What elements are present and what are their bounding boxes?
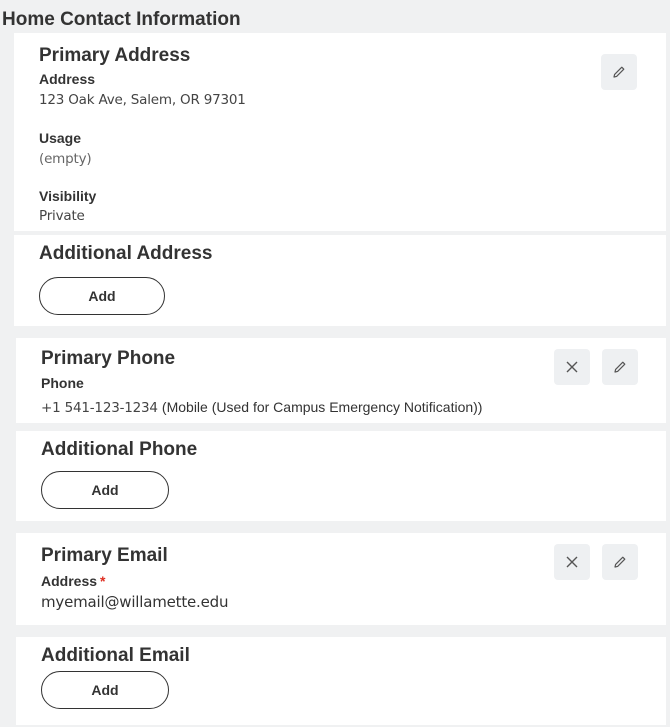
delete-primary-email-button[interactable] xyxy=(554,544,590,580)
primary-phone-card: Primary Phone Phone +1 541-123-1234 (Mob… xyxy=(16,338,666,423)
phone-number: +1 541-123-1234 xyxy=(41,400,158,416)
email-address-label: Address xyxy=(41,573,98,589)
additional-phone-card: Additional Phone Add xyxy=(16,431,666,521)
additional-phone-title: Additional Phone xyxy=(41,439,198,460)
pencil-icon xyxy=(614,556,626,568)
pencil-icon xyxy=(614,361,626,373)
primary-address-card: Primary Address Address 123 Oak Ave, Sal… xyxy=(14,33,666,231)
usage-label: Usage xyxy=(39,130,82,146)
primary-email-card: Primary Email Address * myemail@willamett… xyxy=(16,533,666,625)
primary-address-title: Primary Address xyxy=(39,45,191,66)
edit-primary-email-button[interactable] xyxy=(602,544,638,580)
additional-email-card: Additional Email Add xyxy=(16,637,666,725)
delete-primary-phone-button[interactable] xyxy=(554,349,590,385)
phone-label: Phone xyxy=(41,375,84,391)
required-marker: * xyxy=(100,573,106,589)
phone-value-row: +1 541-123-1234 (Mobile (Used for Campus… xyxy=(41,399,482,416)
add-email-button[interactable]: Add xyxy=(41,671,169,709)
visibility-value: Private xyxy=(39,208,85,224)
additional-email-title: Additional Email xyxy=(41,645,190,666)
edit-primary-address-button[interactable] xyxy=(601,54,637,90)
close-icon xyxy=(566,556,578,568)
pencil-icon xyxy=(613,66,625,78)
visibility-label: Visibility xyxy=(39,188,97,204)
phone-type: (Mobile (Used for Campus Emergency Notif… xyxy=(161,399,483,415)
additional-address-card: Additional Address Add xyxy=(14,235,666,326)
usage-value: (empty) xyxy=(39,151,92,167)
email-value: myemail@willamette.edu xyxy=(41,593,229,611)
primary-email-title: Primary Email xyxy=(41,545,168,566)
add-phone-button[interactable]: Add xyxy=(41,471,169,509)
edit-primary-phone-button[interactable] xyxy=(602,349,638,385)
address-value: 123 Oak Ave, Salem, OR 97301 xyxy=(39,92,246,108)
page-title: Home Contact Information xyxy=(2,9,241,30)
address-label: Address xyxy=(39,71,96,87)
email-address-label-row: Address * xyxy=(41,573,105,589)
primary-phone-title: Primary Phone xyxy=(41,348,176,369)
close-icon xyxy=(566,361,578,373)
additional-address-title: Additional Address xyxy=(39,243,213,264)
add-address-button[interactable]: Add xyxy=(39,277,165,315)
